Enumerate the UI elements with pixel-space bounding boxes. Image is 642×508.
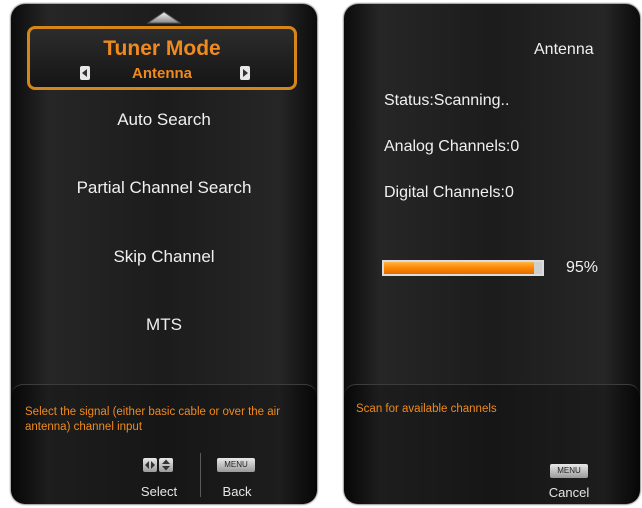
menu-item-auto-search[interactable]: Auto Search: [11, 110, 317, 130]
help-footer: Select the signal (either basic cable or…: [11, 384, 317, 504]
menu-item-partial-channel-search[interactable]: Partial Channel Search: [11, 178, 317, 198]
settings-panel: Tuner Mode Antenna Auto Search Partial C…: [11, 4, 317, 504]
digital-channels-count: Digital Channels:0: [384, 184, 514, 201]
help-text: Scan for available channels: [356, 403, 497, 415]
tuner-mode-selector[interactable]: Tuner Mode Antenna: [27, 26, 297, 90]
up-arrow-icon[interactable]: [146, 10, 182, 24]
menu-key-icon[interactable]: MENU: [550, 464, 588, 478]
tuner-mode-title: Tuner Mode: [103, 37, 221, 60]
menu-item-mts[interactable]: MTS: [11, 315, 317, 335]
scan-status: Status:Scanning..: [384, 92, 510, 109]
scan-progress-bar: [382, 260, 544, 276]
source-label: Antenna: [534, 41, 594, 58]
help-text: Select the signal (either basic cable or…: [25, 406, 281, 433]
divider: [200, 453, 201, 497]
menu-item-skip-channel[interactable]: Skip Channel: [11, 247, 317, 267]
scan-progress-fill: [384, 262, 535, 274]
tuner-mode-value: Antenna: [132, 65, 192, 82]
analog-channels-count: Analog Channels:0: [384, 138, 520, 155]
help-footer: Scan for available channels MENU Cancel: [344, 384, 640, 504]
select-label: Select: [140, 484, 178, 499]
scan-panel: Antenna Status:Scanning.. Analog Channel…: [344, 4, 640, 504]
menu-key-icon[interactable]: MENU: [217, 458, 255, 472]
scan-progress-percent: 95%: [566, 259, 599, 276]
back-label: Back: [222, 484, 252, 499]
cancel-label: Cancel: [548, 485, 590, 500]
right-arrow-icon[interactable]: [240, 66, 250, 80]
